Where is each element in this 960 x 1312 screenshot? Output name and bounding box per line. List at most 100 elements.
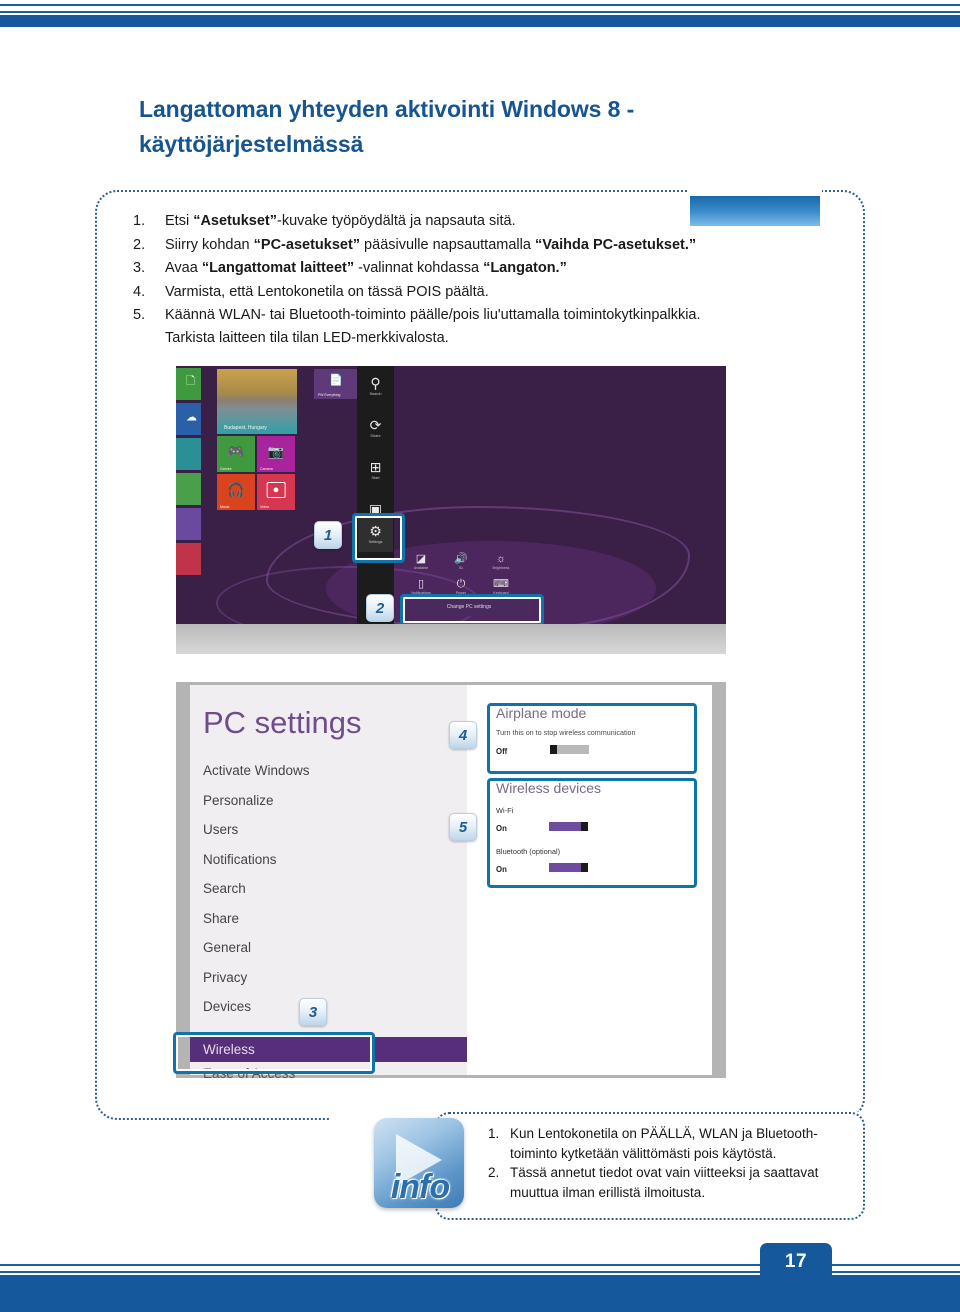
quick-label: Brightness (492, 566, 510, 570)
tile-generic-4[interactable] (176, 543, 201, 575)
charm-start[interactable]: ⊞ Start (357, 458, 394, 492)
tile-label: Games (220, 467, 232, 471)
tile-generic-3[interactable] (176, 508, 201, 540)
search-icon: ⚲ (370, 375, 381, 391)
tile-video[interactable]: ● Video (257, 474, 295, 510)
charm-search[interactable]: ⚲ Search (357, 374, 394, 408)
quick-network[interactable]: ◪ Available (401, 552, 441, 570)
step-number: 5. (133, 307, 146, 323)
page-title: Langattoman yhteyden aktivointi Windows … (139, 96, 635, 157)
quick-brightness[interactable]: ☼ Brightness (481, 552, 521, 570)
sidebar-item-search[interactable]: Search (203, 881, 453, 896)
step-text: Avaa “Langattomat laitteet” -valinnat ko… (165, 260, 567, 276)
step-badge-3: 3 (299, 998, 327, 1026)
list-item: 2. Siirry kohdan “PC-asetukset” pääsivul… (133, 236, 833, 253)
notifications-icon: ▯ (417, 578, 425, 590)
tile-label: Video (260, 505, 270, 509)
tile-label: PW Everything (318, 393, 341, 397)
note-number: 2. (488, 1165, 500, 1181)
info-note-list: 1. Kun Lentokonetila on PÄÄLLÄ, WLAN ja … (488, 1124, 858, 1202)
tile-generic-2[interactable] (176, 473, 201, 505)
tile-photo-wide[interactable]: Budapest, Hungary (217, 369, 297, 434)
sidebar-item-privacy[interactable]: Privacy (203, 970, 453, 985)
quick-power[interactable]: ⏻ Power (441, 577, 481, 595)
list-item: 2. Tässä annetut tiedot ovat vain viitte… (488, 1163, 858, 1202)
list-item: 3. Avaa “Langattomat laitteet” -valinnat… (133, 261, 833, 276)
pc-settings-screenshot: PC settings Activate Windows Personalize… (173, 682, 726, 1081)
start-desktop-background: 🗋 ☁ Budapest, Hungary 🎮 Games 📷 Camera 🎧… (176, 366, 726, 640)
tile-camera[interactable]: 📷 Camera (257, 436, 295, 472)
step-number: 1. (133, 213, 146, 229)
instruction-list: 1. Etsi “Asetukset”-kuvake työpöydältä j… (133, 214, 833, 346)
highlight-box-wireless-nav (173, 1032, 375, 1074)
screenshot-bezel-bottom (176, 624, 726, 654)
tile-games[interactable]: 🎮 Games (217, 436, 255, 472)
step-5-continuation: Tarkista laitteen tila tilan LED-merkkiv… (165, 329, 449, 346)
top-rule-upper (0, 4, 960, 6)
bottom-footer-band (0, 1275, 960, 1312)
tile-music[interactable]: 🎧 Music (217, 474, 255, 510)
tile-pinned-app[interactable]: 📄 PW Everything (314, 369, 358, 399)
highlight-box-change-pc-settings (400, 594, 544, 626)
step-badge-1: 1 (314, 521, 342, 549)
quick-volume[interactable]: 🔊 51 (441, 552, 481, 570)
info-icon: info (374, 1118, 464, 1208)
keyboard-icon: ⌨ (493, 578, 509, 590)
list-item: 1. Kun Lentokonetila on PÄÄLLÄ, WLAN ja … (488, 1124, 858, 1163)
quick-label: Available (413, 566, 429, 570)
info-icon-label: info (390, 1168, 450, 1206)
tile-skydrive[interactable]: ☁ (176, 403, 201, 435)
tile-label: Music (220, 505, 230, 509)
top-header-band (0, 15, 960, 27)
tile-column-partial: 🗋 ☁ (176, 368, 201, 578)
highlight-box-settings (352, 513, 405, 563)
pc-settings-heading: PC settings (203, 705, 362, 740)
step-text: Varmista, että Lentokonetila on tässä PO… (165, 283, 489, 300)
step-badge-4: 4 (449, 721, 477, 749)
highlight-box-wireless-devices (487, 778, 697, 888)
power-icon: ⏻ (456, 578, 466, 590)
quick-notifications[interactable]: ▯ Notifications (401, 577, 441, 595)
brightness-icon: ☼ (495, 553, 507, 565)
quick-keyboard[interactable]: ⌨ Keyboard (481, 577, 521, 595)
pc-settings-nav: Activate Windows Personalize Users Notif… (203, 763, 453, 1029)
note-text: Kun Lentokonetila on PÄÄLLÄ, WLAN ja Blu… (510, 1126, 818, 1161)
tile-label: Camera (260, 467, 273, 471)
tile-label: Budapest, Hungary (224, 425, 267, 431)
sidebar-item-notifications[interactable]: Notifications (203, 852, 453, 867)
note-text: Tässä annetut tiedot ovat vain viitteeks… (510, 1165, 819, 1200)
step-badge-2: 2 (366, 594, 394, 622)
charm-label: Share (370, 434, 381, 438)
screenshot-rail-right (712, 685, 723, 1075)
step-text: Etsi “Asetukset”-kuvake työpöydältä ja n… (165, 213, 516, 229)
sidebar-item-activate-windows[interactable]: Activate Windows (203, 763, 453, 778)
quick-settings-tray: ◪ Available 🔊 51 ☼ Brightness ▯ Notifica… (401, 552, 521, 595)
volume-icon: 🔊 (454, 553, 468, 565)
sidebar-item-devices[interactable]: Devices (203, 999, 453, 1014)
tile-generic-1[interactable] (176, 438, 201, 470)
windows8-start-screenshot: 🗋 ☁ Budapest, Hungary 🎮 Games 📷 Camera 🎧… (176, 366, 726, 654)
step-text: Siirry kohdan “PC-asetukset” pääsivulle … (165, 236, 697, 253)
step-text: Käännä WLAN- tai Bluetooth-toiminto pääl… (165, 307, 701, 323)
highlight-box-airplane-mode (487, 703, 697, 774)
tile-office[interactable]: 🗋 (176, 368, 201, 400)
charm-label: Search (369, 392, 382, 396)
tile-grid: Budapest, Hungary 🎮 Games 📷 Camera 🎧 Mus… (217, 369, 297, 510)
step-number: 4. (133, 283, 146, 300)
share-icon: ⟳ (369, 417, 382, 433)
charms-bar: ⚲ Search ⟳ Share ⊞ Start ▣ Devices (357, 366, 394, 624)
step-number: 2. (133, 236, 146, 253)
sidebar-item-share[interactable]: Share (203, 911, 453, 926)
quick-label: 51 (459, 566, 463, 570)
panel-notch-mask (688, 184, 822, 196)
list-item: 5. Käännä WLAN- tai Bluetooth-toiminto p… (133, 308, 833, 323)
sidebar-item-users[interactable]: Users (203, 822, 453, 837)
charm-share[interactable]: ⟳ Share (357, 416, 394, 450)
screenshot-rail-left (179, 685, 190, 1075)
note-number: 1. (488, 1126, 500, 1141)
step-number: 3. (133, 260, 146, 276)
step-badge-5: 5 (449, 813, 477, 841)
sidebar-item-general[interactable]: General (203, 940, 453, 955)
sidebar-item-personalize[interactable]: Personalize (203, 793, 453, 808)
network-icon: ◪ (415, 553, 427, 565)
